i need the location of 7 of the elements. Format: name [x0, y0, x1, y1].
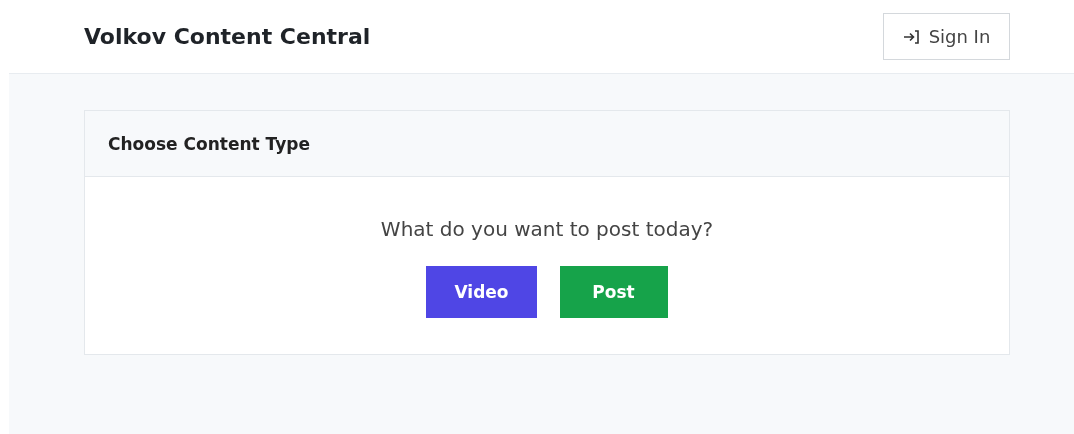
site-title: Volkov Content Central [84, 24, 371, 49]
card-title: Choose Content Type [108, 133, 310, 154]
content-type-button[interactable]: Video [426, 266, 537, 318]
question-text: What do you want to post today? [380, 217, 714, 241]
sign-in-icon [902, 28, 921, 45]
sign-in-button[interactable]: Sign In [883, 13, 1010, 60]
content-type-button[interactable]: Post [559, 266, 668, 318]
